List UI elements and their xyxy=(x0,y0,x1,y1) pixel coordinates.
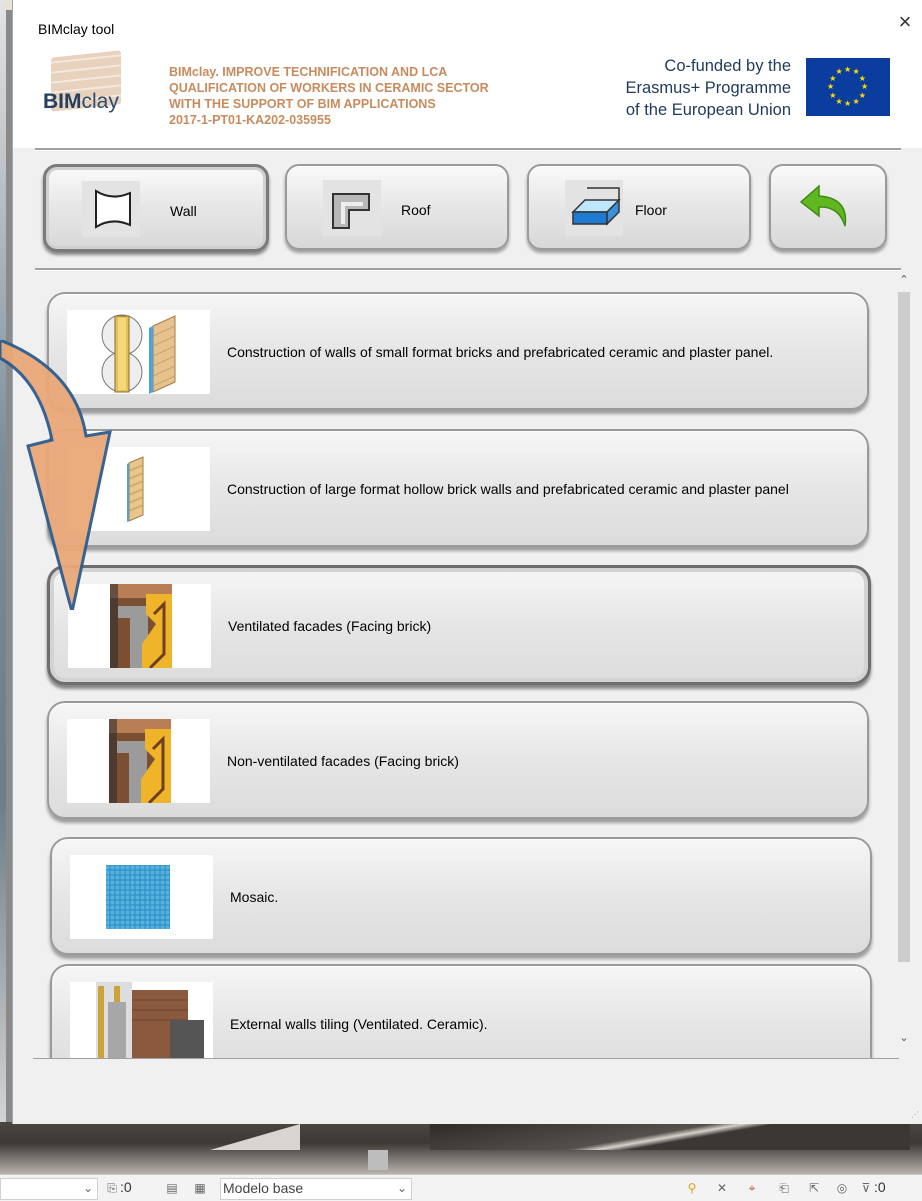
editable-count: :0 xyxy=(120,1179,132,1195)
chevron-down-icon: ⌄ xyxy=(82,1181,94,1195)
design-option-value: Modelo base xyxy=(223,1180,304,1196)
eu-star-icon: ★ xyxy=(858,90,866,100)
erasmus-line: Co-funded by the xyxy=(664,57,791,75)
editable-icon: ⎘ xyxy=(107,1181,117,1195)
background-roof-shape xyxy=(210,1124,300,1150)
eu-star-icon: ★ xyxy=(827,82,835,91)
eu-star-icon: ★ xyxy=(829,90,837,100)
ventilated-facade-icon xyxy=(68,584,211,668)
eu-star-icon: ★ xyxy=(835,67,843,77)
mosaic-icon xyxy=(70,855,213,939)
list-scrollbar[interactable]: ⌃ ⌄ xyxy=(896,272,912,1046)
floor-category-label: Floor xyxy=(635,202,667,218)
worksets-icon[interactable]: ▤ xyxy=(164,1180,180,1196)
status-bar: ⌄ ⎘ :0 ▤ ▦ Modelo base ⌄ ⚲ ✕ ⌖ ⎗ ⇱ ◎ ⊽ :… xyxy=(0,1174,922,1201)
background-roof-shape xyxy=(430,1124,910,1150)
list-item-selected[interactable]: Ventilated facades (Facing brick) xyxy=(47,565,871,685)
eu-star-icon: ★ xyxy=(861,82,869,91)
erasmus-line: of the European Union xyxy=(625,101,791,119)
item-label: Non-ventilated facades (Facing brick) xyxy=(227,753,459,769)
resize-grip-icon[interactable]: ⋰ xyxy=(911,1110,921,1120)
item-label: Ventilated facades (Facing brick) xyxy=(228,618,432,634)
wall-category-button[interactable]: Wall xyxy=(43,164,269,252)
design-option-dropdown[interactable]: Modelo base xyxy=(220,1178,412,1200)
background-process-icon[interactable]: ◎ xyxy=(834,1180,850,1196)
item-label: Mosaic. xyxy=(230,889,279,905)
list-item[interactable]: Mosaic. xyxy=(50,837,872,955)
eu-star-icon: ★ xyxy=(852,96,860,106)
floor-icon xyxy=(565,180,623,236)
non-ventilated-facade-icon xyxy=(67,719,210,803)
select-links-icon[interactable]: ⚲ xyxy=(684,1180,700,1196)
roof-icon xyxy=(323,180,381,236)
select-underlay-icon[interactable]: ✕ xyxy=(714,1180,730,1196)
scroll-thumb[interactable] xyxy=(898,292,910,962)
dialog-header: BIMclay tool × BIMclay BIMclay. IMPROVE … xyxy=(13,0,922,148)
project-line: 2017-1-PT01-KA202-035955 xyxy=(169,113,331,127)
roof-category-button[interactable]: Roof xyxy=(285,164,509,250)
footer-divider xyxy=(33,1058,899,1059)
construction-list[interactable]: Construction of walls of small format br… xyxy=(35,270,905,1058)
bimclay-dialog: BIMclay tool × BIMclay BIMclay. IMPROVE … xyxy=(12,0,922,1124)
item-label: Construction of walls of small format br… xyxy=(227,344,774,360)
list-item[interactable]: Construction of walls of small format br… xyxy=(47,292,869,410)
back-button[interactable] xyxy=(769,164,887,250)
small-brick-wall-icon xyxy=(67,310,210,394)
wall-category-label: Wall xyxy=(170,203,197,219)
project-line: QUALIFICATION OF WORKERS IN CERAMIC SECT… xyxy=(169,81,489,95)
design-options-icon[interactable]: ▦ xyxy=(192,1180,208,1196)
eu-flag-icon: ★ ★ ★ ★ ★ ★ ★ ★ ★ ★ ★ ★ xyxy=(806,58,890,116)
large-brick-wall-icon xyxy=(67,447,210,531)
header-divider xyxy=(35,148,901,151)
item-label: Construction of large format hollow bric… xyxy=(227,481,789,497)
filter-count: :0 xyxy=(874,1179,886,1195)
eu-star-icon: ★ xyxy=(858,73,866,83)
project-line: WITH THE SUPPORT OF BIM APPLICATIONS xyxy=(169,97,436,111)
drag-elements-icon[interactable]: ⇱ xyxy=(806,1180,822,1196)
list-item[interactable]: Non-ventilated facades (Facing brick) xyxy=(47,701,869,819)
list-item[interactable]: Construction of large format hollow bric… xyxy=(47,429,869,547)
back-arrow-icon xyxy=(797,180,857,234)
close-button[interactable]: × xyxy=(893,10,917,34)
background-grey-block xyxy=(368,1150,388,1170)
erasmus-line: Erasmus+ Programme xyxy=(625,79,791,97)
scroll-up-icon[interactable]: ⌃ xyxy=(896,272,912,288)
item-label: External walls tiling (Ventilated. Ceram… xyxy=(230,1016,488,1032)
wall-icon xyxy=(82,181,140,237)
logo-text: BIMclay xyxy=(43,90,119,113)
bimclay-logo: BIMclay xyxy=(41,50,135,130)
background-scene-left xyxy=(0,0,6,1140)
ventilated-tiling-icon xyxy=(70,982,213,1058)
list-item[interactable]: External walls tiling (Ventilated. Ceram… xyxy=(50,964,872,1058)
erasmus-cofunding-text: Co-funded by the Erasmus+ Programme of t… xyxy=(603,55,791,121)
scroll-down-icon[interactable]: ⌄ xyxy=(896,1030,912,1046)
project-description: BIMclay. IMPROVE TECHNIFICATION AND LCA … xyxy=(169,64,511,128)
eu-star-icon: ★ xyxy=(844,65,852,74)
eu-star-icon: ★ xyxy=(835,96,843,106)
window-title: BIMclay tool xyxy=(38,21,115,37)
filter-icon[interactable]: ⊽ xyxy=(858,1180,874,1196)
roof-category-label: Roof xyxy=(401,202,431,218)
floor-category-button[interactable]: Floor xyxy=(527,164,751,250)
select-pinned-icon[interactable]: ⌖ xyxy=(744,1180,760,1196)
eu-star-icon: ★ xyxy=(844,99,852,108)
chevron-down-icon: ⌄ xyxy=(396,1181,408,1195)
select-by-face-icon[interactable]: ⎗ xyxy=(776,1180,792,1196)
project-line: BIMclay. IMPROVE TECHNIFICATION AND LCA xyxy=(169,65,448,79)
